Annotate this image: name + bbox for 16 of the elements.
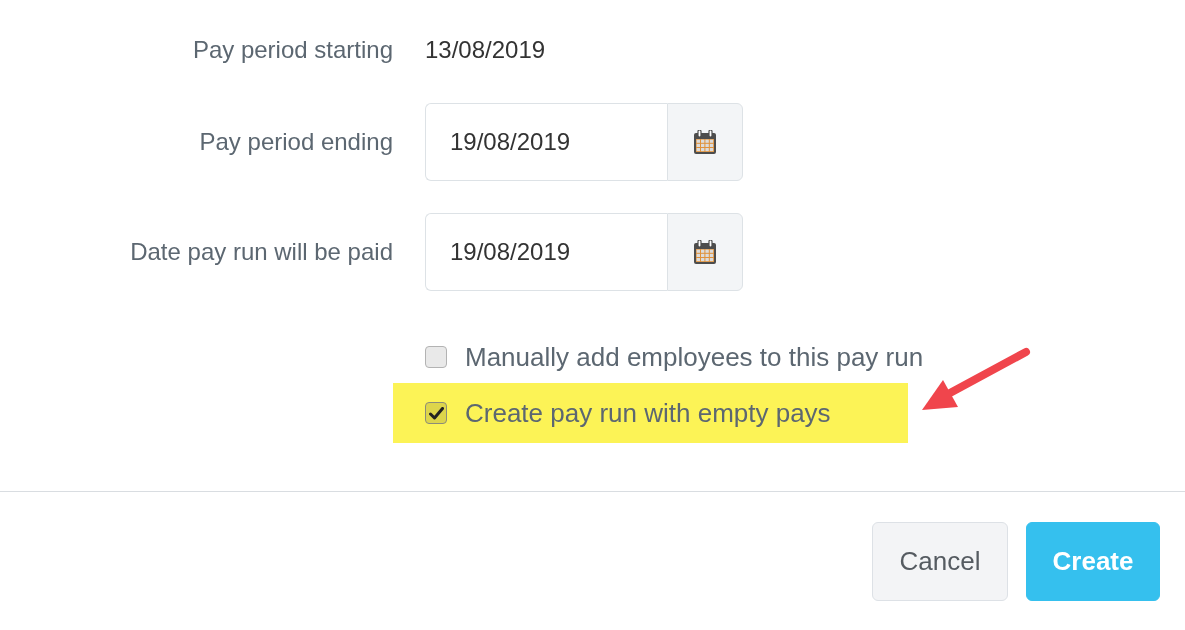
calendar-button[interactable] — [667, 103, 743, 181]
cancel-button[interactable]: Cancel — [872, 522, 1008, 601]
date-value: 13/08/2019 — [425, 35, 546, 65]
option-label: Manually add employees to this pay run — [465, 340, 924, 374]
checkbox[interactable] — [425, 346, 447, 368]
calendar-button[interactable] — [667, 213, 743, 291]
calendar-icon — [694, 240, 716, 264]
calendar-icon — [694, 130, 716, 154]
checkmark-icon — [428, 406, 444, 420]
date-input[interactable]: 19/08/2019 — [425, 103, 667, 181]
option-label: Create pay run with empty pays — [465, 396, 831, 430]
field-label: Date pay run will be paid — [130, 237, 393, 267]
field-label: Pay period starting — [192, 35, 393, 65]
date-input[interactable]: 19/08/2019 — [425, 213, 667, 291]
checkbox[interactable] — [425, 402, 447, 424]
field-label: Pay period ending — [199, 127, 393, 157]
